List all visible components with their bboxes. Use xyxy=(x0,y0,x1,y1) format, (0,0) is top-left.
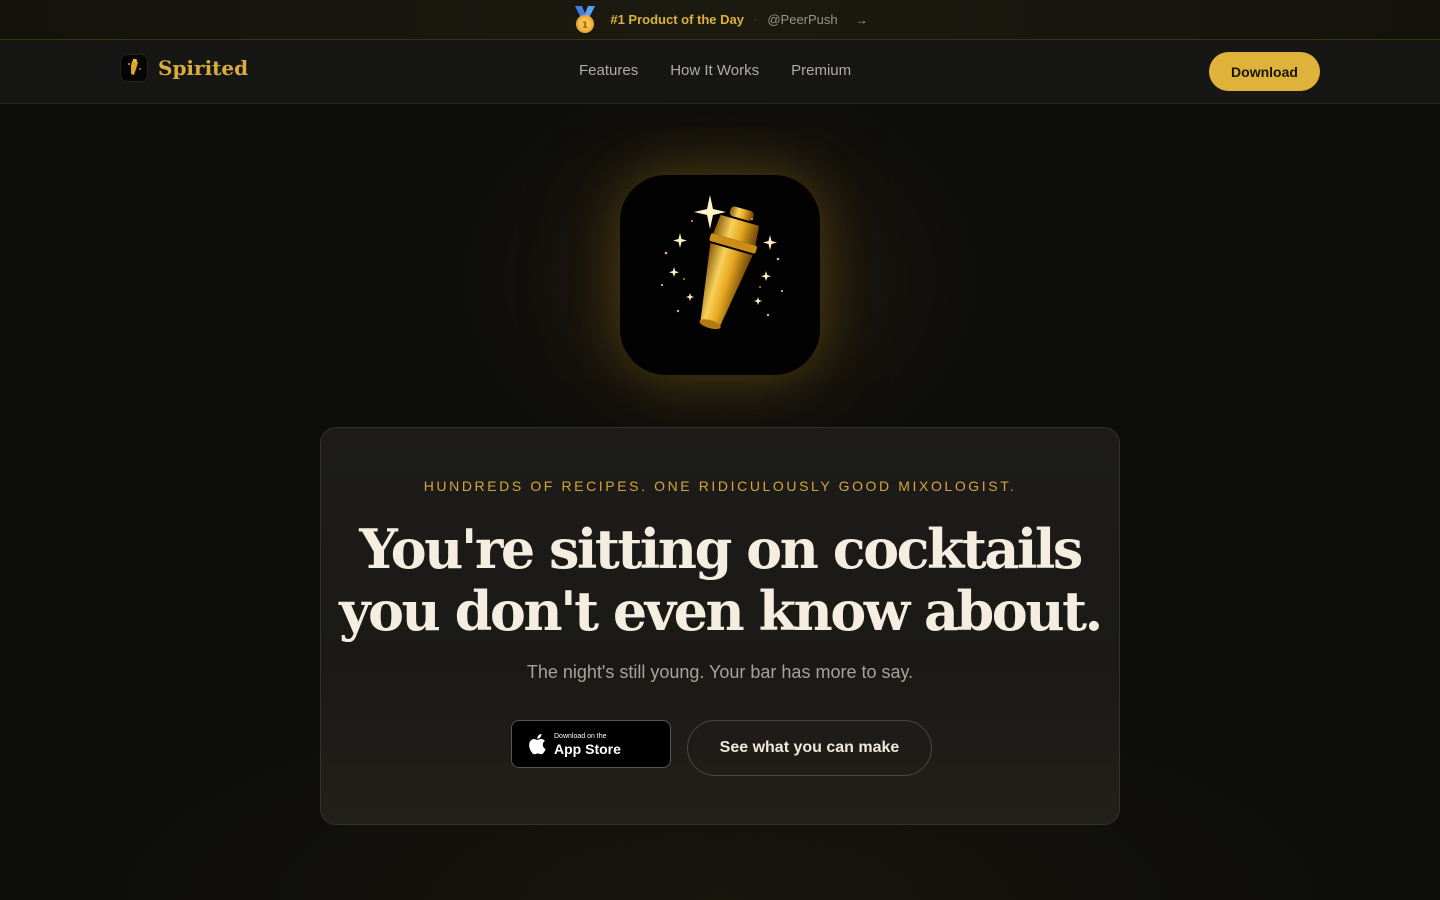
app-store-label: App Store xyxy=(554,740,621,757)
cocktail-shaker-icon xyxy=(120,54,148,82)
nav-link-features[interactable]: Features xyxy=(579,62,638,79)
nav-link-how-it-works[interactable]: How It Works xyxy=(670,62,759,79)
brand-logo[interactable]: Spirited xyxy=(120,54,248,82)
app-store-small-text: Download on the xyxy=(554,732,607,740)
download-button[interactable]: Download xyxy=(1209,52,1320,91)
promo-title: #1 Product of the Day xyxy=(610,12,744,27)
nav-links: Features How It Works Premium xyxy=(579,62,851,79)
arrow-right-icon: → xyxy=(855,12,868,27)
top-nav: Spirited Features How It Works Premium D… xyxy=(0,40,1440,104)
app-store-text: Download on the App Store xyxy=(554,732,621,757)
hero-subhead: The night's still young. Your bar has mo… xyxy=(526,662,914,682)
see-what-you-can-make-button[interactable]: See what you can make xyxy=(687,720,932,776)
apple-icon xyxy=(529,733,546,755)
hero-eyebrow: HUNDREDS OF RECIPES. ONE RIDICULOUSLY GO… xyxy=(423,478,1017,494)
cocktail-shaker-icon xyxy=(660,195,784,330)
promo-handle: @PeerPush xyxy=(767,12,838,27)
app-store-badge[interactable]: Download on the App Store xyxy=(511,720,671,768)
headline-line-1: You're sitting on cocktails xyxy=(359,517,1083,581)
hero-card: HUNDREDS OF RECIPES. ONE RIDICULOUSLY GO… xyxy=(320,427,1120,825)
svg-text:1: 1 xyxy=(582,21,588,31)
promo-banner[interactable]: 1 #1 Product of the Day · @PeerPush → xyxy=(0,0,1440,40)
brand-name: Spirited xyxy=(158,56,249,80)
nav-link-premium[interactable]: Premium xyxy=(791,62,851,79)
headline-line-2: you don't even know about. xyxy=(339,579,1103,643)
app-icon xyxy=(620,175,820,375)
medal-icon: 1 xyxy=(572,5,598,34)
promo-separator: · xyxy=(754,14,758,25)
hero-headline: You're sitting on cocktails you don't ev… xyxy=(321,518,1119,642)
